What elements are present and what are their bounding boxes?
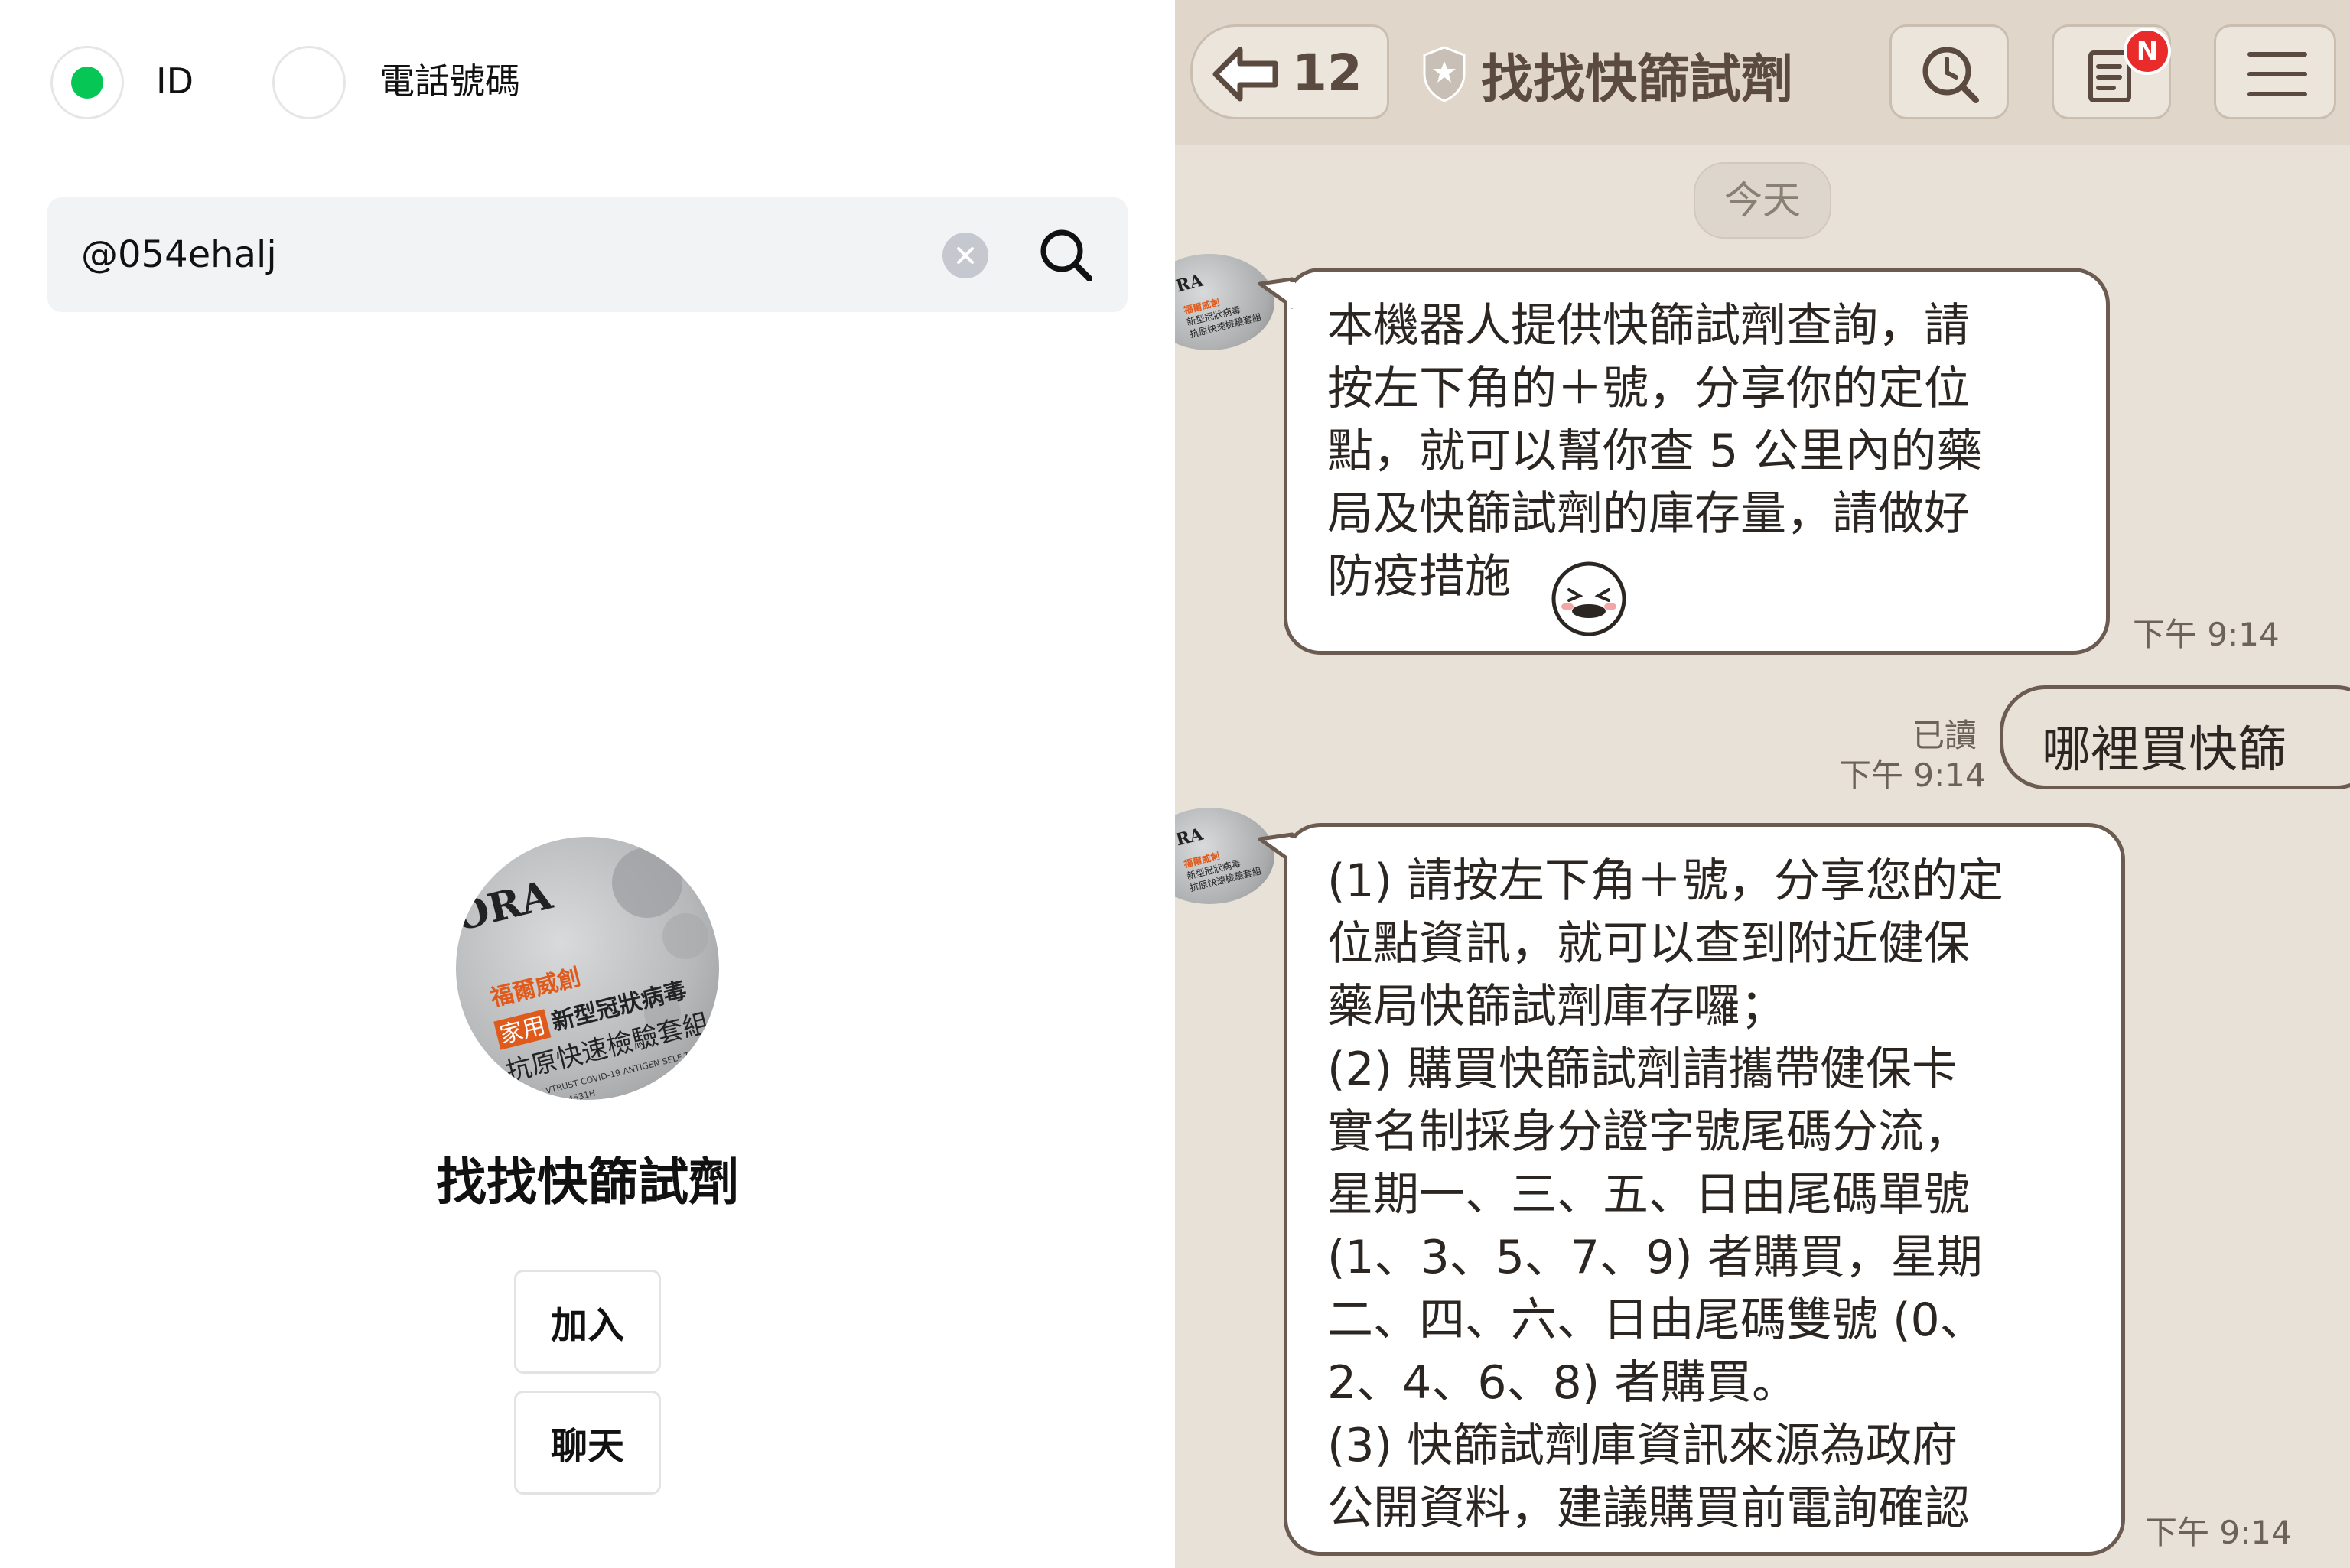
profile-name: 找找快篩試劑 <box>436 1153 739 1212</box>
message-time: 下午 9:14 <box>2145 1514 2292 1551</box>
profile-avatar: ORA 福爾威創 家用 新型冠狀病毒 抗原快速檢驗套組 FORA / VTRUS… <box>456 837 719 1100</box>
avatar-brand: ORA <box>456 871 557 941</box>
chat-header: 12 找找快篩試劑 N <box>1175 0 2350 145</box>
verified-shield-icon <box>1423 46 1466 102</box>
radio-id-label: ID <box>156 60 194 102</box>
message-time: 下午 9:14 <box>1839 756 1986 794</box>
clock-search-icon <box>1922 47 1979 103</box>
new-badge: N <box>2124 28 2171 75</box>
bot-message-text: 本機器人提供快篩試劑查詢，請 按左下角的＋號，分享你的定位 點，就可以幫你查 5… <box>1327 299 1983 603</box>
chat-button[interactable]: 聊天 <box>514 1391 661 1495</box>
bot-message-bubble: 本機器人提供快篩試劑查詢，請 按左下角的＋號，分享你的定位 點，就可以幫你查 5… <box>1258 268 2110 655</box>
add-friend-panel: ID 電話號碼 ORA 福爾威創 家用 新型冠狀病毒 抗原快速檢驗套組 FORA… <box>0 0 1175 1568</box>
radio-phone[interactable] <box>272 46 346 119</box>
clear-icon[interactable] <box>942 233 988 278</box>
bot-message-bubble: (1) 請按左下角＋號，分享您的定 位點資訊，就可以查到附近健保 藥局快篩試劑庫… <box>1258 823 2125 1556</box>
radio-phone-label: 電話號碼 <box>379 60 520 102</box>
avatar-tag: 家用 <box>497 1012 548 1049</box>
back-arrow-icon <box>1212 47 1278 102</box>
my-message-bubble: 哪裡買快篩 <box>2000 685 2350 789</box>
bot-message-text: (1) 請按左下角＋號，分享您的定 位點資訊，就可以查到附近健保 藥局快篩試劑庫… <box>1327 854 2004 1535</box>
search-box <box>47 197 1128 312</box>
my-message-text: 哪裡買快篩 <box>2042 722 2287 779</box>
back-button[interactable]: 12 <box>1190 24 1389 119</box>
join-button[interactable]: 加入 <box>514 1270 661 1374</box>
chat-panel: 12 找找快篩試劑 N 今天 RA 福爾威創 新型冠狀病毒 抗原快速檢驗套組 本… <box>1175 0 2350 1568</box>
menu-button[interactable] <box>2214 24 2336 119</box>
bot-avatar-brand: RA <box>1175 270 1206 296</box>
chat-title: 找找快篩試劑 <box>1481 50 1794 110</box>
search-input[interactable] <box>81 228 923 281</box>
message-time: 下午 9:14 <box>2133 616 2280 653</box>
date-separator: 今天 <box>1694 162 1831 239</box>
history-button[interactable] <box>1889 24 2009 119</box>
radio-selected-dot <box>71 67 103 99</box>
hamburger-menu-icon <box>2247 52 2307 96</box>
search-icon[interactable] <box>1036 225 1097 286</box>
radio-id[interactable] <box>50 46 124 119</box>
laughing-emoji-icon <box>1551 561 1626 636</box>
bot-avatar-brand: RA <box>1175 824 1206 850</box>
unread-count: 12 <box>1292 44 1362 102</box>
